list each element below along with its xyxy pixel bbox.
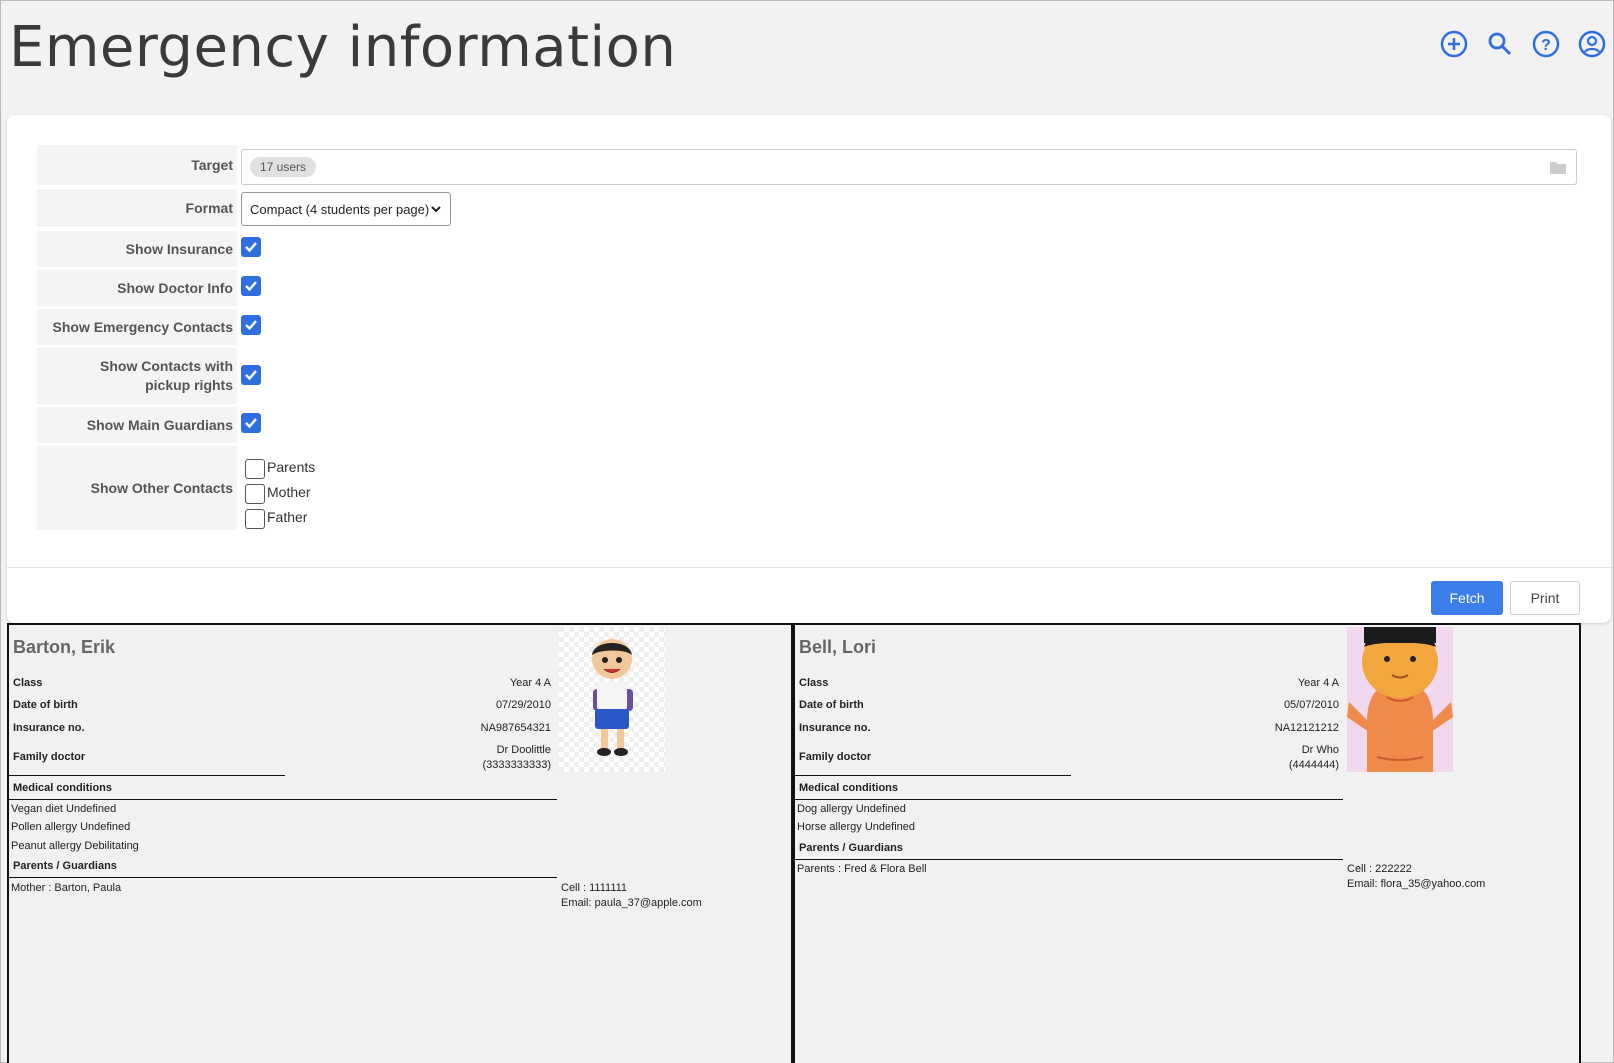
search-icon[interactable]	[1485, 29, 1515, 59]
show-emergency-checkbox[interactable]	[241, 315, 261, 335]
card-divider	[7, 567, 1611, 568]
divider	[795, 799, 1343, 800]
show-guardians-label: Show Main Guardians	[37, 407, 237, 443]
folder-icon[interactable]	[1550, 160, 1566, 179]
format-value: Compact (4 students per page)	[250, 201, 430, 217]
doctor-row: Show Doctor Info	[37, 270, 237, 306]
target-input[interactable]: 17 users	[241, 149, 1577, 185]
divider	[9, 799, 557, 800]
student-name: Bell, Lori	[799, 637, 877, 657]
divider	[795, 775, 1071, 776]
show-insurance-checkbox[interactable]	[241, 237, 261, 257]
other-parents-checkbox[interactable]	[245, 459, 265, 479]
guardian-name: Parents : Fred & Flora Bell	[797, 863, 927, 875]
doctor-name: Dr Doolittle	[496, 744, 551, 756]
svg-text:?: ?	[1541, 37, 1551, 54]
show-doctor-checkbox[interactable]	[241, 276, 261, 296]
guardian-cell: Cell : 222222	[1347, 863, 1412, 875]
dob-label: Date of birth	[799, 699, 864, 711]
guardian-email: Email: flora_35@yahoo.com	[1347, 878, 1486, 890]
print-button[interactable]: Print	[1510, 581, 1580, 615]
class-label: Class	[799, 677, 829, 689]
class-value: Year 4 A	[509, 677, 551, 689]
account-icon[interactable]	[1577, 29, 1607, 59]
dob-value: 07/29/2010	[495, 699, 551, 711]
other-father-label: Father	[267, 509, 308, 525]
other-mother-label: Mother	[267, 484, 311, 500]
insurance-value: NA12121212	[1274, 722, 1339, 734]
dob-label: Date of birth	[13, 699, 78, 711]
fetch-button[interactable]: Fetch	[1431, 581, 1503, 615]
divider	[9, 775, 285, 776]
student-photo	[1347, 626, 1453, 772]
show-emergency-label: Show Emergency Contacts	[37, 309, 237, 345]
doctor-name: Dr Who	[1301, 744, 1339, 756]
guardians-row: Show Main Guardians	[37, 407, 237, 443]
emergency-row: Show Emergency Contacts	[37, 309, 237, 345]
guardians-header: Parents / Guardians	[799, 842, 903, 854]
medical-header: Medical conditions	[13, 782, 113, 794]
guardian-name: Mother : Barton, Paula	[11, 882, 122, 894]
add-circle-icon[interactable]	[1439, 29, 1469, 59]
target-row: Target	[37, 145, 237, 185]
condition-item: Horse allergy Undefined	[797, 821, 916, 833]
top-toolbar: ?	[1439, 29, 1607, 59]
divider	[795, 859, 1343, 860]
format-label: Format	[37, 189, 237, 227]
student-name: Barton, Erik	[13, 637, 116, 657]
doctor-phone: (3333333333)	[482, 759, 551, 771]
student-card: Bell, Lori Class Year 4 A Date of birth …	[793, 623, 1581, 1063]
report-options-card: Target 17 users Format Compact (4 studen…	[7, 115, 1611, 623]
show-guardians-checkbox[interactable]	[241, 413, 261, 433]
student-photo	[559, 627, 665, 772]
insurance-label: Insurance no.	[799, 722, 871, 734]
format-row: Format	[37, 189, 237, 227]
show-other-label: Show Other Contacts	[37, 446, 237, 530]
doctor-label: Family doctor	[13, 751, 86, 763]
medical-header: Medical conditions	[799, 782, 899, 794]
format-select[interactable]: Compact (4 students per page)	[241, 192, 451, 226]
insurance-row: Show Insurance	[37, 231, 237, 267]
divider	[9, 877, 557, 878]
pickup-row: Show Contacts with pickup rights	[37, 348, 237, 404]
doctor-label: Family doctor	[799, 751, 872, 763]
condition-item: Vegan diet Undefined	[11, 803, 117, 815]
page-title: Emergency information	[9, 15, 677, 80]
condition-item: Pollen allergy Undefined	[11, 821, 131, 833]
dob-value: 05/07/2010	[1283, 699, 1339, 711]
condition-item: Dog allergy Undefined	[797, 803, 906, 815]
guardian-cell: Cell : 1111111	[561, 882, 628, 894]
guardians-header: Parents / Guardians	[13, 860, 117, 872]
other-parents-label: Parents	[267, 459, 316, 475]
insurance-value: NA987654321	[480, 722, 551, 734]
show-pickup-label: Show Contacts with pickup rights	[37, 348, 237, 404]
student-card: Barton, Erik Class Year 4 A Date of birt…	[7, 623, 793, 1063]
other-mother-checkbox[interactable]	[245, 484, 265, 504]
help-icon[interactable]: ?	[1531, 29, 1561, 59]
target-label: Target	[37, 145, 237, 185]
other-contacts-row: Show Other Contacts	[37, 446, 237, 530]
class-value: Year 4 A	[1297, 677, 1339, 689]
show-pickup-checkbox[interactable]	[241, 365, 261, 385]
chevron-down-icon	[430, 203, 442, 218]
insurance-label: Insurance no.	[13, 722, 85, 734]
other-father-checkbox[interactable]	[245, 509, 265, 529]
doctor-phone: (4444444)	[1288, 759, 1339, 771]
class-label: Class	[13, 677, 43, 689]
show-doctor-label: Show Doctor Info	[37, 270, 237, 306]
guardian-email: Email: paula_37@apple.com	[561, 897, 702, 909]
target-chip[interactable]: 17 users	[250, 157, 317, 177]
show-insurance-label: Show Insurance	[37, 231, 237, 267]
condition-item: Peanut allergy Debilitating	[11, 840, 139, 852]
